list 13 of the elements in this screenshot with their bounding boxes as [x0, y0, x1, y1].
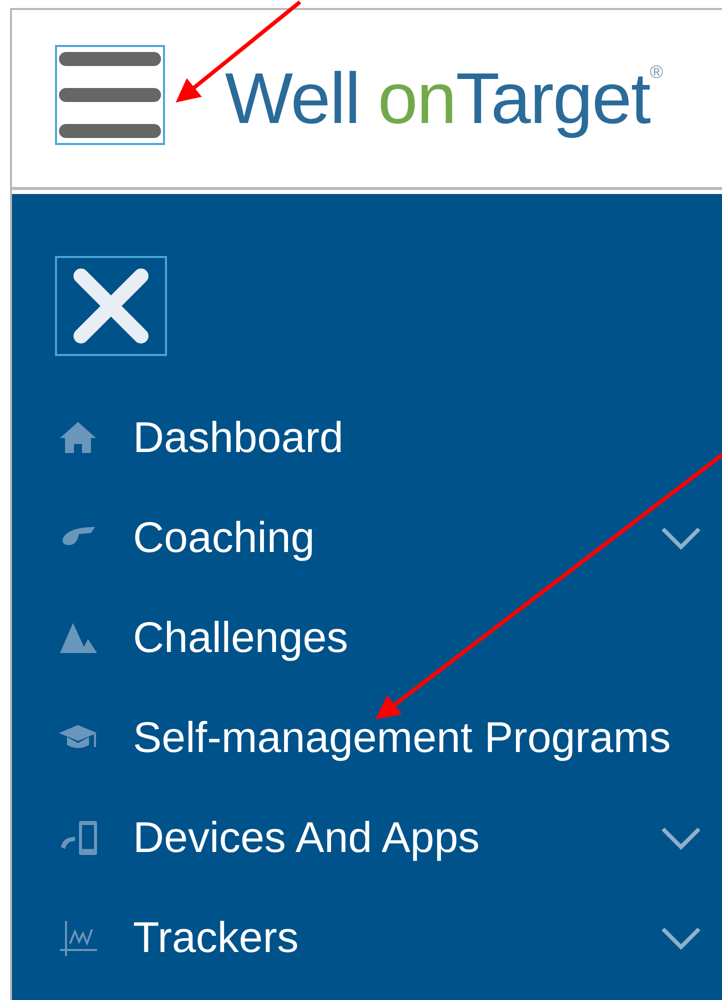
- close-button[interactable]: [55, 256, 167, 356]
- menu-button[interactable]: [55, 44, 165, 144]
- menu-item[interactable]: Self-management Programs: [133, 714, 722, 762]
- close-icon: [71, 266, 151, 346]
- chevron-down-icon[interactable]: [660, 826, 702, 850]
- menu-item[interactable]: Dashboard: [133, 414, 722, 462]
- chevron-down-icon[interactable]: [660, 926, 702, 950]
- chevron-down-icon[interactable]: [660, 526, 702, 550]
- line-chart-icon: [57, 919, 99, 957]
- menu-item[interactable]: Devices And Apps: [133, 814, 660, 862]
- menu-item[interactable]: Coaching: [133, 514, 660, 562]
- menu-item[interactable]: Trackers: [133, 914, 660, 962]
- menu-item[interactable]: Challenges: [133, 614, 722, 662]
